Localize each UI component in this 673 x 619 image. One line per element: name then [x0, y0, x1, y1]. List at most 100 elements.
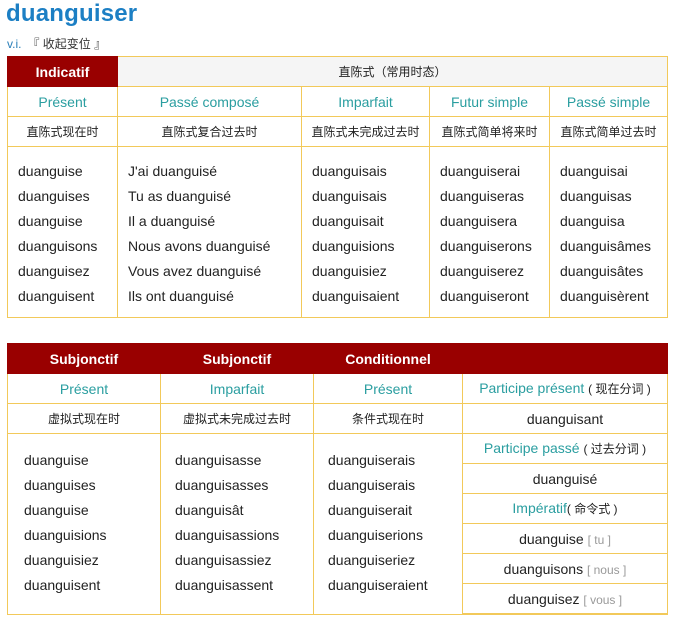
conjugated-form: duanguisasses [175, 477, 269, 493]
conjugated-form: Tu as duanguisé [128, 188, 231, 204]
conjugated-form: Il a duanguisé [128, 213, 216, 229]
conjugated-form: duanguise [24, 502, 89, 518]
imperatif-person: [ tu ] [587, 532, 611, 547]
conjugation-forms-subj-present: duanguise duanguises duanguise duanguisi… [7, 433, 161, 615]
participe-passe-title: Participe passé [483, 440, 580, 456]
tense-imparfait: Imparfait [301, 86, 430, 117]
conjugated-form: duanguisèrent [560, 288, 649, 304]
conjugated-form: duanguisassions [175, 527, 280, 543]
conjugated-form: duanguises [24, 477, 96, 493]
imperatif-form: duanguise [519, 530, 584, 547]
conjugated-form: duanguisassiez [175, 552, 272, 568]
imperatif-person: [ nous ] [586, 562, 627, 577]
conjugated-form: duanguisait [312, 213, 384, 229]
conjugation-forms-cond-present: duanguiserais duanguiserais duanguiserai… [313, 433, 463, 615]
conjugated-form: duanguisai [560, 163, 628, 179]
participe-present-label: Participe présent ( 现在分词 ) [462, 373, 668, 404]
participe-present-form: duanguisant [462, 403, 668, 434]
table-end [462, 613, 668, 615]
mood-header-subjonctif: Subjonctif [7, 343, 161, 374]
conjugated-form: duanguiseras [440, 188, 525, 204]
word-title: duanguiser [6, 0, 138, 27]
conjugated-form: duanguisâtes [560, 263, 644, 279]
conjugated-form: duanguiserez [440, 263, 525, 279]
participe-passe-cn: ( 过去分词 ) [583, 442, 647, 456]
conjugated-form: duanguises [18, 188, 90, 204]
tense-cn-label: 直陈式现在时 [7, 116, 118, 147]
conjugated-form: duanguiserais [328, 452, 416, 468]
conjugated-form: Ils ont duanguisé [128, 288, 234, 304]
imperatif-title: Impératif [512, 500, 567, 516]
conjugated-form: duanguisent [24, 577, 101, 593]
tense-passe-simple: Passé simple [548, 86, 669, 117]
tense-subj-imparfait: Imparfait [160, 373, 314, 404]
conjugated-form: duanguisais [312, 188, 387, 204]
conjugation-forms-futur-simple: duanguiserai duanguiseras duanguisera du… [429, 146, 550, 318]
imperatif-form: duanguisez [507, 590, 580, 607]
conjugated-form: duanguisasse [175, 452, 262, 468]
conjugated-form: duanguisa [560, 213, 625, 229]
tense-futur-simple: Futur simple [429, 86, 550, 117]
tense-cn-label: 虚拟式现在时 [7, 403, 161, 434]
tense-cn-label: 直陈式简单将来时 [429, 116, 550, 147]
conjugated-form: duanguisassent [175, 577, 274, 593]
tense-cn-label: 直陈式未完成过去时 [301, 116, 430, 147]
participe-present-cn: ( 现在分词 ) [588, 382, 651, 396]
conjugation-forms-passe-simple: duanguisai duanguisas duanguisa duanguis… [548, 146, 669, 318]
conjugated-form: duanguisez [18, 263, 90, 279]
conjugated-form: duanguiserais [328, 477, 416, 493]
mood-description: 直陈式（常用时态） [116, 56, 669, 87]
subjonctif-conditionnel-table: Subjonctif Subjonctif Conditionnel Prése… [7, 343, 668, 615]
imperatif-form: duanguisons [503, 560, 584, 577]
participe-passe-form: duanguisé [462, 463, 668, 494]
indicatif-table: Indicatif 直陈式（常用时态） Présent Passé compos… [7, 56, 669, 318]
conjugated-form: duanguise [24, 452, 89, 468]
mood-header-empty [462, 343, 668, 374]
conjugated-form: duanguise [18, 163, 83, 179]
conjugated-form: duanguisas [560, 188, 632, 204]
conjugated-form: duanguiseraient [328, 577, 428, 593]
mood-header-indicatif: Indicatif [7, 56, 118, 87]
conjugated-form: duanguisiez [312, 263, 387, 279]
conjugated-form: duanguiserai [440, 163, 521, 179]
mood-header-conditionnel: Conditionnel [313, 343, 463, 374]
conjugated-form: duanguiseriez [328, 552, 416, 568]
conjugated-form: duanguisons [18, 238, 98, 254]
tense-cond-present: Présent [313, 373, 463, 404]
word-subtitle: v.i. 『 收起变位 』 [7, 35, 106, 52]
conjugation-forms-imparfait: duanguisais duanguisais duanguisait duan… [301, 146, 430, 318]
conjugation-forms-passe-compose: J'ai duanguisé Tu as duanguisé Il a duan… [117, 146, 302, 318]
imperatif-cn: ( 命令式 ) [566, 502, 618, 516]
conjugated-form: duanguisera [440, 213, 518, 229]
part-of-speech: v.i. [7, 37, 22, 51]
conjugated-form: duanguisiez [24, 552, 99, 568]
conjugated-form: duanguise [18, 213, 83, 229]
conjugated-form: Nous avons duanguisé [128, 238, 271, 254]
tense-subj-present: Présent [7, 373, 161, 404]
conjugation-forms-subj-imparfait: duanguisasse duanguisasses duanguisât du… [160, 433, 314, 615]
tense-cn-label: 直陈式复合过去时 [117, 116, 302, 147]
tense-passe-compose: Passé composé [117, 86, 302, 117]
conjugated-form: duanguisâmes [560, 238, 652, 254]
collapse-conjugation-link[interactable]: 『 收起变位 』 [27, 37, 106, 51]
conjugated-form: duanguiseront [440, 288, 529, 304]
conjugated-form: Vous avez duanguisé [128, 263, 262, 279]
tense-cn-label: 虚拟式未完成过去时 [160, 403, 314, 434]
conjugation-forms-present: duanguise duanguises duanguise duanguiso… [7, 146, 118, 318]
conjugated-form: duanguisions [24, 527, 107, 543]
participe-passe-label: Participe passé ( 过去分词 ) [462, 433, 668, 464]
conjugated-form: duanguisaient [312, 288, 400, 304]
conjugated-form: duanguiserons [440, 238, 532, 254]
conjugated-form: duanguiserions [328, 527, 423, 543]
participe-present-title: Participe présent [479, 380, 585, 396]
imperatif-person: [ vous ] [583, 592, 623, 607]
imperatif-form-nous: duanguisons [ nous ] [462, 553, 668, 584]
conjugated-form: duanguisent [18, 288, 95, 304]
imperatif-form-vous: duanguisez [ vous ] [462, 583, 668, 614]
conjugated-form: duanguisions [312, 238, 395, 254]
imperatif-label: Impératif( 命令式 ) [462, 493, 668, 524]
tense-cn-label: 条件式现在时 [313, 403, 463, 434]
conjugated-form: J'ai duanguisé [128, 163, 218, 179]
mood-header-subjonctif: Subjonctif [160, 343, 314, 374]
imperatif-form-tu: duanguise [ tu ] [462, 523, 668, 554]
